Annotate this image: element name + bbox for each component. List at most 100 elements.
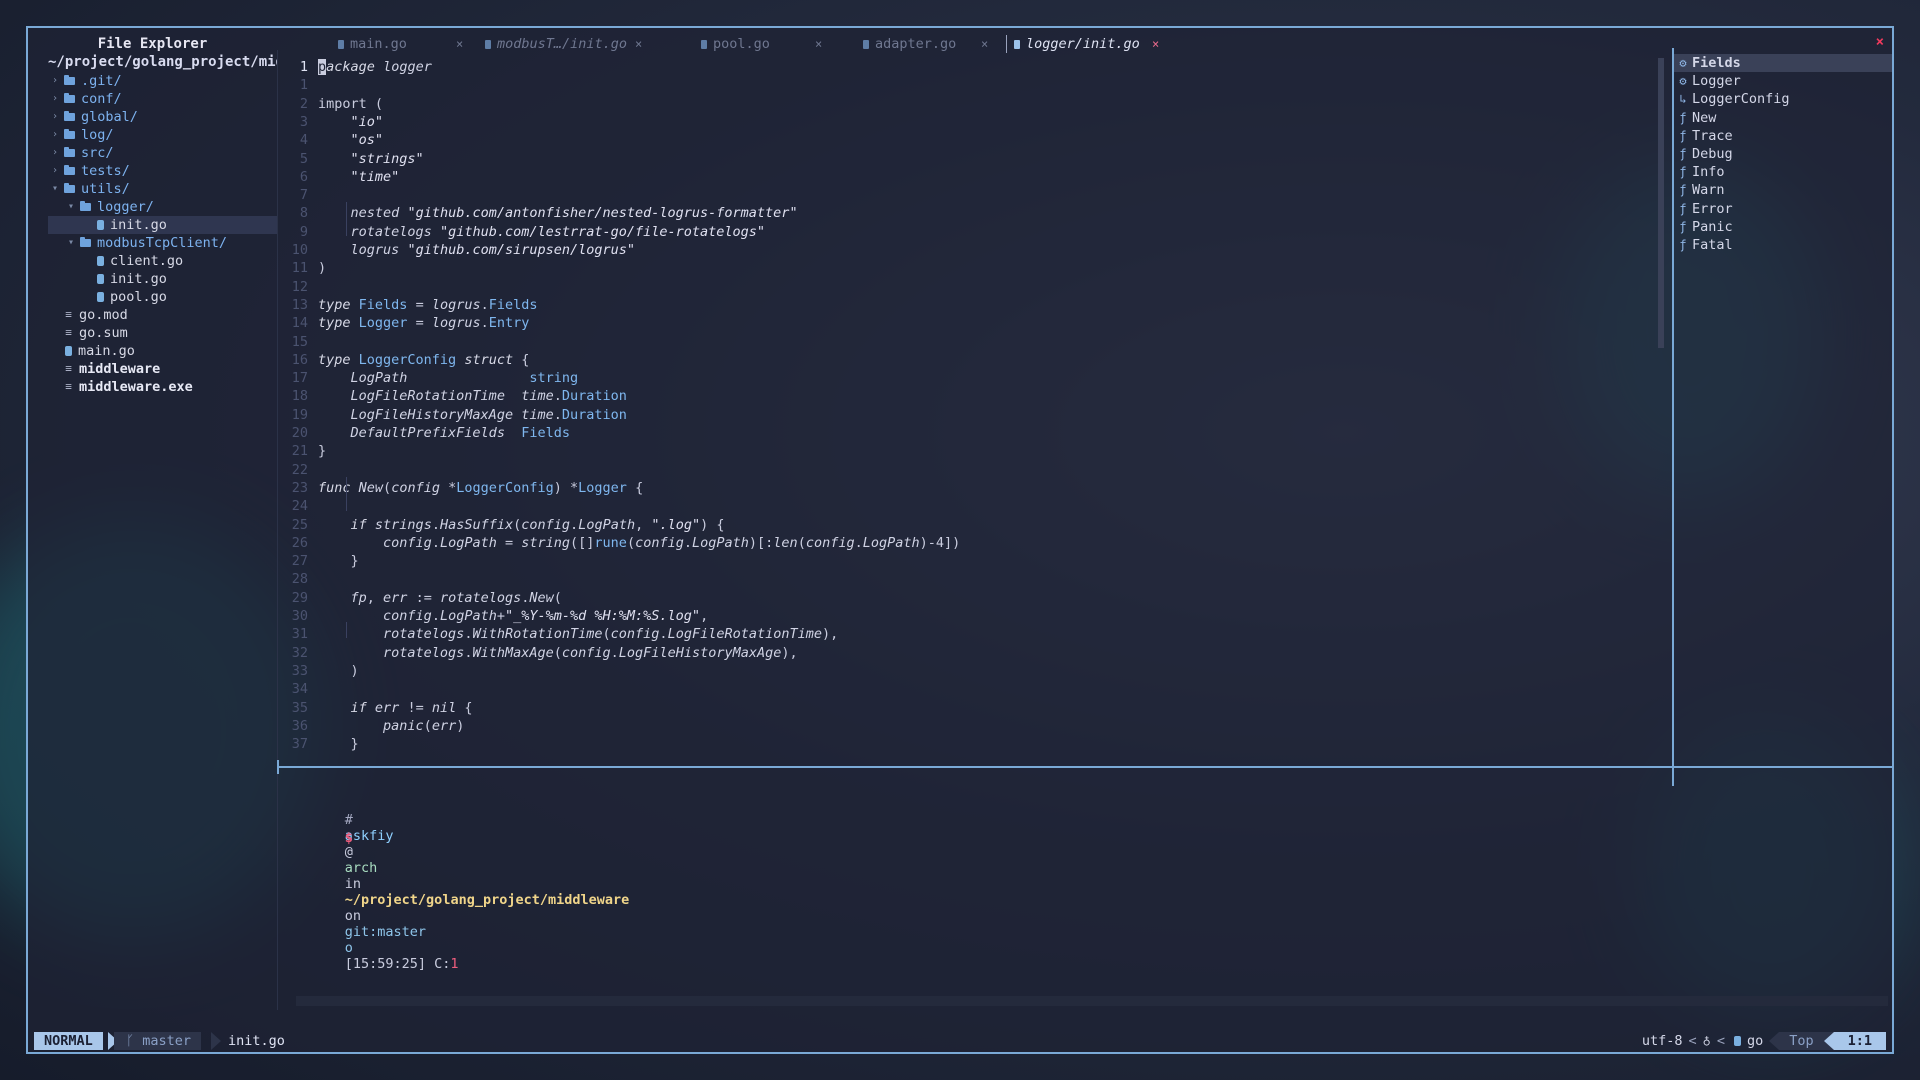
folder-icon	[64, 129, 75, 139]
code-token: config	[635, 534, 684, 551]
code-token: }	[318, 736, 359, 753]
outline-item[interactable]: ƒ Debug	[1674, 145, 1892, 163]
code-token: LogPath	[692, 534, 749, 551]
tree-item[interactable]: client.go	[48, 252, 183, 270]
struct-icon: ↳	[1679, 92, 1687, 107]
tab-modbus-init-go[interactable]: modbusT…/init.go ×	[485, 34, 645, 54]
status-filename: init.go	[228, 1033, 285, 1049]
outline-item[interactable]: ƒ Info	[1674, 163, 1892, 181]
tree-item[interactable]: › conf/	[48, 90, 122, 108]
line-number: 1	[299, 59, 308, 75]
line-number: 14	[291, 315, 308, 332]
code-token: time	[521, 406, 554, 423]
tree-item[interactable]: main.go	[48, 342, 135, 360]
tree-item[interactable]: ≡ go.mod	[48, 306, 128, 324]
outline-item[interactable]: ƒ Fatal	[1674, 236, 1892, 254]
outline-item[interactable]: ↳ LoggerConfig	[1674, 90, 1892, 108]
code-token: Duration	[561, 406, 627, 423]
code-token: rotatelogs	[439, 589, 522, 606]
code-token: .	[480, 296, 489, 313]
code-token: if	[350, 516, 367, 533]
tree-item[interactable]: init.go	[48, 270, 167, 288]
code-text: type LoggerConfig struct {	[318, 351, 529, 369]
code-token: }	[318, 553, 359, 570]
tree-item[interactable]: ≡ go.sum	[48, 324, 128, 342]
line-number: 18	[291, 388, 308, 405]
code-text: logrus "github.com/sirupsen/logrus"	[318, 241, 636, 259]
outline-item[interactable]: ƒ Error	[1674, 200, 1892, 218]
tree-item[interactable]: › tests/	[48, 162, 130, 180]
code-token: type	[318, 296, 351, 313]
tree-item[interactable]: › log/	[48, 126, 114, 144]
outline-item-label: Warn	[1692, 182, 1725, 199]
outline-item[interactable]: ƒ New	[1674, 109, 1892, 127]
code-token: rotatelogs	[383, 644, 465, 661]
terminal-input-line[interactable]: $	[296, 814, 353, 862]
go-file-icon	[97, 256, 104, 266]
tree-item[interactable]: ≡ middleware.exe	[48, 378, 193, 396]
line-number: 26	[291, 534, 308, 551]
code-text: type Logger = logrus.Entry	[318, 314, 529, 332]
editor-window: File Explorer ~/project/golang_project/m…	[26, 26, 1894, 1054]
code-editor[interactable]: 1 package logger 1 2 import (3 "io" 4 "os" 5 "…	[278, 58, 1668, 786]
tab-adapter-go[interactable]: adapter.go ×	[863, 34, 993, 54]
tree-item[interactable]: init.go	[48, 216, 277, 234]
indent-guide	[346, 622, 347, 638]
code-token: {	[456, 699, 473, 716]
tree-item-label: middleware.exe	[79, 379, 193, 395]
outline-item[interactable]: ƒ Panic	[1674, 218, 1892, 236]
prompt-host: arch	[344, 860, 378, 876]
code-token: LogPath	[439, 608, 497, 624]
line-number: 12	[291, 278, 308, 295]
tree-item[interactable]: ▾ utils/	[48, 180, 130, 198]
code-token: :=	[407, 589, 440, 606]
tab-pool-go[interactable]: pool.go ×	[701, 34, 822, 54]
code-text: LogFileRotationTime time.Duration	[318, 387, 627, 405]
code-token: type	[318, 351, 351, 368]
close-icon[interactable]: ×	[981, 34, 988, 54]
tree-item-label: init.go	[110, 271, 167, 287]
code-token: Logger	[358, 315, 408, 332]
code-token: Entry	[488, 315, 530, 332]
tree-item[interactable]: ≡ middleware	[48, 360, 160, 378]
code-token: "_%Y-%m-%d %H:%M:%S.log"	[505, 608, 701, 624]
go-file-icon	[1733, 1036, 1741, 1046]
code-text: "os"	[318, 131, 384, 149]
close-icon[interactable]: ×	[815, 34, 822, 54]
outline-item[interactable]: ⚙ Fields	[1674, 54, 1892, 72]
editor-scrollbar[interactable]	[1658, 58, 1664, 348]
code-token: config	[610, 626, 660, 643]
go-file-icon	[863, 39, 869, 49]
indent-guide	[346, 202, 347, 236]
go-file-icon	[97, 220, 104, 230]
outline-item[interactable]: ƒ Trace	[1674, 127, 1892, 145]
tree-item[interactable]: › global/	[48, 108, 138, 126]
code-text: }	[318, 552, 359, 570]
code-token: "io"	[350, 113, 384, 130]
tree-item[interactable]: ▾ logger/	[48, 198, 154, 216]
status-line: NORMAL ᚴ master init.go utf-8 < ♁ < go T…	[28, 1030, 1892, 1052]
tree-item[interactable]: › .git/	[48, 72, 122, 90]
code-text: "time"	[318, 168, 400, 186]
code-token: err	[431, 717, 457, 734]
close-icon[interactable]: ×	[635, 34, 642, 54]
terminal-pane[interactable]: # askfiy @ arch in ~/project/golang_proj…	[278, 770, 1888, 1010]
terminal-scrollbar[interactable]	[296, 996, 1888, 1006]
tree-item[interactable]: › src/	[48, 144, 114, 162]
code-token: "github.com/antonfisher/nested-logrus-fo…	[407, 205, 798, 222]
outline-item-label: Trace	[1692, 127, 1733, 144]
close-icon[interactable]: ×	[456, 34, 463, 54]
outline-item[interactable]: ⚙ Logger	[1674, 72, 1892, 90]
close-icon[interactable]: ×	[1152, 34, 1159, 54]
tab-logger-init-go[interactable]: logger/init.go ×	[1014, 34, 1164, 54]
tree-item[interactable]: pool.go	[48, 288, 167, 306]
tab-main-go[interactable]: main.go ×	[338, 34, 463, 54]
tree-item[interactable]: ▾ modbusTcpClient/	[48, 234, 227, 252]
outline-item[interactable]: ƒ Warn	[1674, 181, 1892, 199]
